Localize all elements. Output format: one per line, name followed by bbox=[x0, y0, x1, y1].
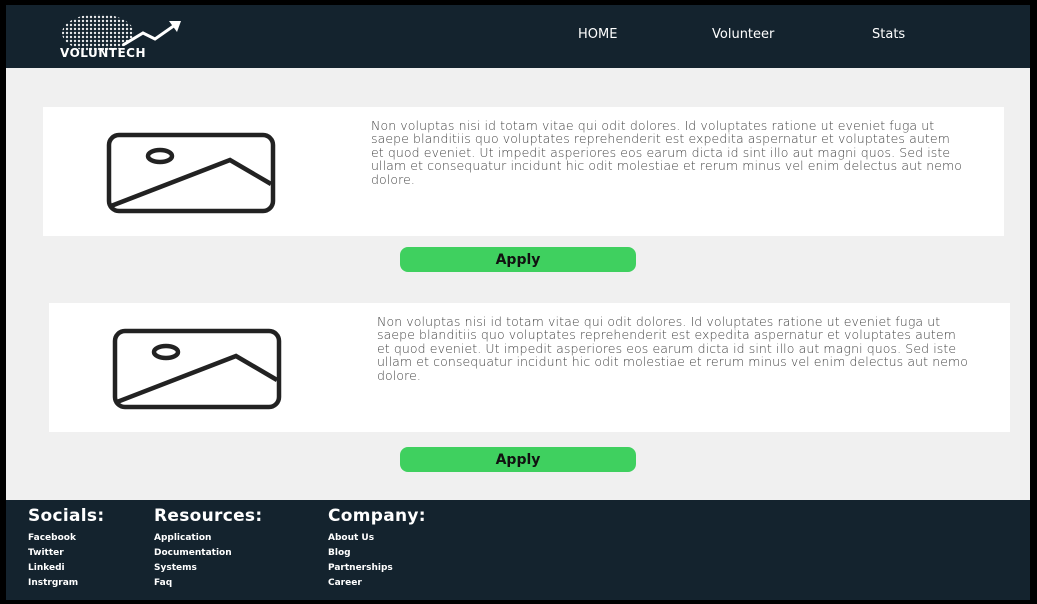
footer-link-twitter[interactable]: Twitter bbox=[28, 546, 104, 561]
apply-button[interactable]: Apply bbox=[400, 447, 636, 472]
logo[interactable]: VOLUNTECH bbox=[53, 11, 213, 65]
card-description: Non voluptas nisi id totam vitae qui odi… bbox=[371, 118, 963, 187]
image-placeholder-icon bbox=[106, 132, 276, 214]
site-footer: Socials: Facebook Twitter Linkedi Instrg… bbox=[6, 500, 1030, 600]
footer-link-documentation[interactable]: Documentation bbox=[154, 546, 262, 561]
footer-resources: Resources: Application Documentation Sys… bbox=[154, 506, 262, 591]
footer-link-blog[interactable]: Blog bbox=[328, 546, 426, 561]
footer-heading: Resources: bbox=[154, 506, 263, 526]
footer-socials: Socials: Facebook Twitter Linkedi Instrg… bbox=[28, 506, 104, 591]
opportunity-card: Non voluptas nisi id totam vitae qui odi… bbox=[43, 107, 1004, 236]
nav-stats[interactable]: Stats bbox=[872, 27, 905, 42]
footer-link-systems[interactable]: Systems bbox=[154, 561, 262, 576]
nav-home[interactable]: HOME bbox=[578, 27, 617, 42]
image-placeholder-icon bbox=[112, 328, 282, 410]
footer-link-about-us[interactable]: About Us bbox=[328, 531, 426, 546]
logo-text: VOLUNTECH bbox=[60, 46, 147, 60]
card-description: Non voluptas nisi id totam vitae qui odi… bbox=[377, 314, 969, 383]
footer-heading: Company: bbox=[328, 506, 426, 526]
footer-link-facebook[interactable]: Facebook bbox=[28, 531, 104, 546]
footer-link-partnerships[interactable]: Partnerships bbox=[328, 561, 426, 576]
footer-link-career[interactable]: Career bbox=[328, 576, 426, 591]
footer-link-instagram[interactable]: Instrgram bbox=[28, 576, 104, 591]
footer-heading: Socials: bbox=[28, 506, 105, 526]
site-header: VOLUNTECH HOME Volunteer Stats bbox=[6, 5, 1030, 68]
footer-link-faq[interactable]: Faq bbox=[154, 576, 262, 591]
footer-link-linkedin[interactable]: Linkedi bbox=[28, 561, 104, 576]
footer-company: Company: About Us Blog Partnerships Care… bbox=[328, 506, 426, 591]
apply-button[interactable]: Apply bbox=[400, 247, 636, 272]
nav-volunteer[interactable]: Volunteer bbox=[712, 27, 774, 42]
opportunity-card: Non voluptas nisi id totam vitae qui odi… bbox=[49, 303, 1010, 432]
page-frame: VOLUNTECH HOME Volunteer Stats Non volup… bbox=[6, 5, 1030, 600]
footer-link-application[interactable]: Application bbox=[154, 531, 262, 546]
